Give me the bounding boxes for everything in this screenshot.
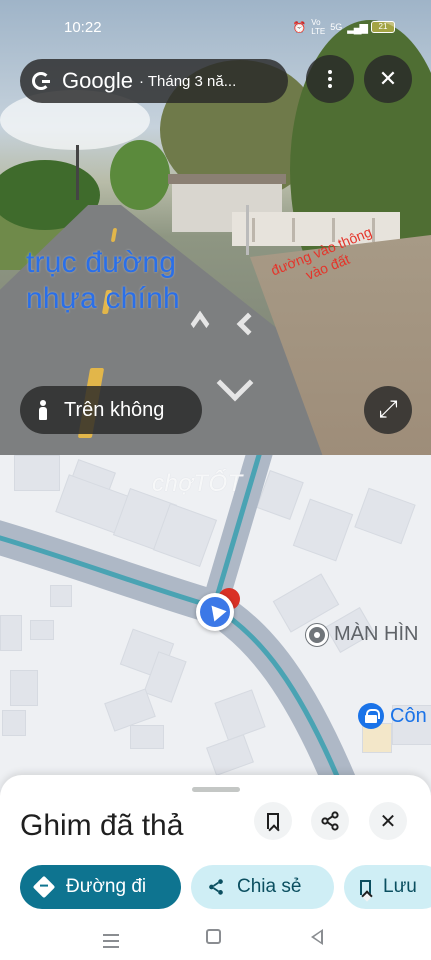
close-icon: ✕ — [378, 66, 398, 91]
tree — [110, 140, 170, 210]
home-icon[interactable] — [206, 929, 221, 944]
street-view-title-pill[interactable]: Google · Tháng 3 nă... — [20, 59, 288, 103]
close-sheet-button[interactable]: ✕ — [369, 802, 407, 840]
share-icon-button[interactable] — [311, 802, 349, 840]
place-bottom-sheet[interactable]: Ghim đã thả ✕ Đường đi Chia sẻ Lưu — [0, 775, 431, 920]
fullscreen-button[interactable]: ⤢ — [364, 386, 412, 434]
watermark: chợTỐT — [152, 470, 243, 497]
poi-man-hinh[interactable]: MÀN HÌN — [306, 623, 418, 646]
share-icon — [209, 879, 223, 895]
save-label: Lưu — [383, 876, 417, 897]
directions-label: Đường đi — [66, 876, 147, 897]
overlay-text-main-road-2: nhựa chính — [26, 282, 180, 315]
aerial-view-label: Trên không — [64, 398, 165, 421]
poi-con[interactable]: Côn — [358, 703, 427, 729]
volte-icon: Vo LTE — [311, 18, 326, 36]
save-bookmark-button[interactable] — [254, 802, 292, 840]
directions-button[interactable]: Đường đi — [20, 865, 181, 909]
status-icons: ⏰ Vo LTE 5G ▂▄▆ 21 — [292, 18, 395, 36]
battery-icon: 21 — [371, 21, 395, 33]
google-logo-icon — [32, 72, 50, 90]
lock-place-icon — [358, 703, 384, 729]
status-time: 10:22 — [64, 19, 102, 36]
street-view-panorama[interactable]: trục đường nhựa chính đường vào thông và… — [0, 0, 431, 455]
more-options-button[interactable] — [306, 55, 354, 103]
bookmark-icon — [267, 813, 279, 829]
capture-date: · Tháng 3 nă... — [138, 72, 237, 90]
place-title: Ghim đã thả — [20, 809, 184, 842]
close-icon: ✕ — [379, 810, 397, 833]
utility-pole — [246, 205, 249, 255]
system-navigation-bar — [0, 920, 431, 960]
main-road — [0, 520, 361, 795]
navigation-arrow-icon — [200, 597, 230, 627]
status-bar: 10:22 ⏰ Vo LTE 5G ▂▄▆ 21 — [0, 0, 431, 56]
share-button[interactable]: Chia sẻ — [191, 865, 334, 909]
5g-signal-icon: 5G — [330, 22, 343, 32]
map-view[interactable]: chợTỐT MÀN HÌN Côn — [0, 455, 431, 795]
share-label: Chia sẻ — [237, 876, 302, 897]
place-pin-icon — [306, 623, 328, 646]
utility-pole — [76, 145, 79, 200]
bookmark-icon — [360, 879, 371, 895]
signal-icon: ▂▄▆ — [347, 21, 368, 34]
expand-icon: ⤢ — [378, 396, 398, 423]
share-icon — [321, 811, 339, 831]
more-vert-icon — [328, 70, 332, 88]
save-button[interactable]: Lưu — [344, 865, 431, 909]
poi-label: Côn — [390, 704, 427, 727]
google-brand: Google — [62, 68, 133, 93]
overlay-text-main-road-1: trục đường — [26, 246, 177, 279]
close-street-view-button[interactable]: ✕ — [364, 55, 412, 103]
person-icon — [38, 400, 48, 420]
recent-apps-icon[interactable] — [103, 934, 119, 952]
back-icon[interactable] — [311, 929, 323, 945]
sheet-drag-handle[interactable] — [192, 787, 240, 792]
directions-icon — [32, 875, 56, 899]
current-location-marker[interactable] — [196, 593, 234, 631]
poi-label: MÀN HÌN — [334, 623, 419, 645]
aerial-view-button[interactable]: Trên không — [20, 386, 202, 434]
alarm-icon: ⏰ — [292, 21, 307, 34]
